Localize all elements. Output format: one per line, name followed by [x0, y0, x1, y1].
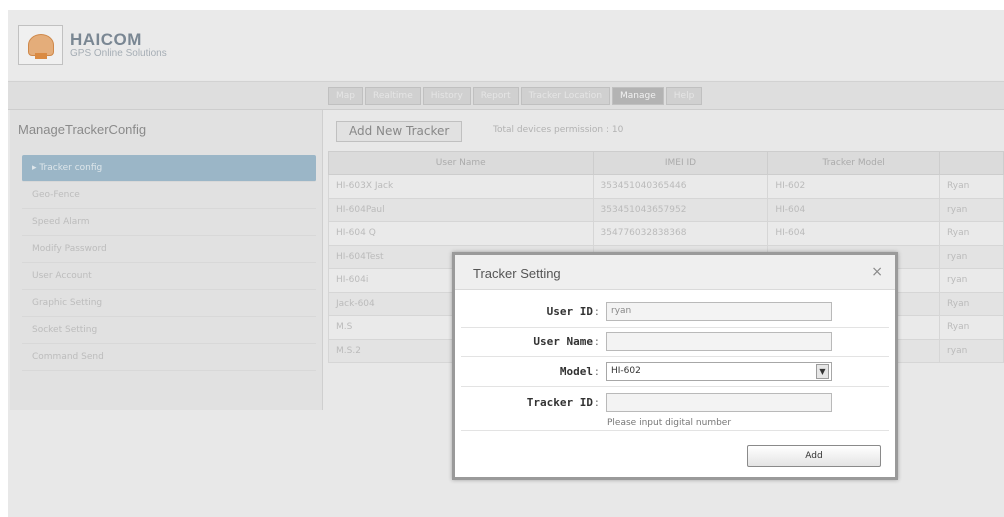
dialog-header: Tracker Setting ×	[455, 255, 895, 290]
user-name-field[interactable]	[606, 332, 832, 351]
add-button[interactable]: Add	[747, 445, 881, 467]
close-icon[interactable]: ×	[871, 264, 883, 280]
chevron-down-icon[interactable]: ▼	[816, 364, 829, 379]
model-label: Model	[559, 365, 593, 378]
user-id-row: User ID : ryan	[461, 299, 889, 328]
tracker-id-field[interactable]	[606, 393, 832, 412]
tracker-id-hint: Please input digital number	[607, 418, 732, 428]
tracker-id-label: Tracker ID	[526, 396, 593, 409]
model-select[interactable]: HI-602 ▼	[606, 362, 832, 381]
user-id-label: User ID	[546, 305, 593, 318]
model-row: Model : HI-602 ▼	[461, 357, 889, 387]
user-name-label: User Name	[533, 335, 593, 348]
model-selected-value: HI-602	[611, 366, 641, 376]
tracker-setting-dialog: Tracker Setting × User ID : ryan User Na…	[452, 252, 898, 480]
user-id-field[interactable]: ryan	[606, 302, 832, 321]
dialog-title: Tracker Setting	[473, 266, 561, 281]
user-name-row: User Name :	[461, 328, 889, 357]
